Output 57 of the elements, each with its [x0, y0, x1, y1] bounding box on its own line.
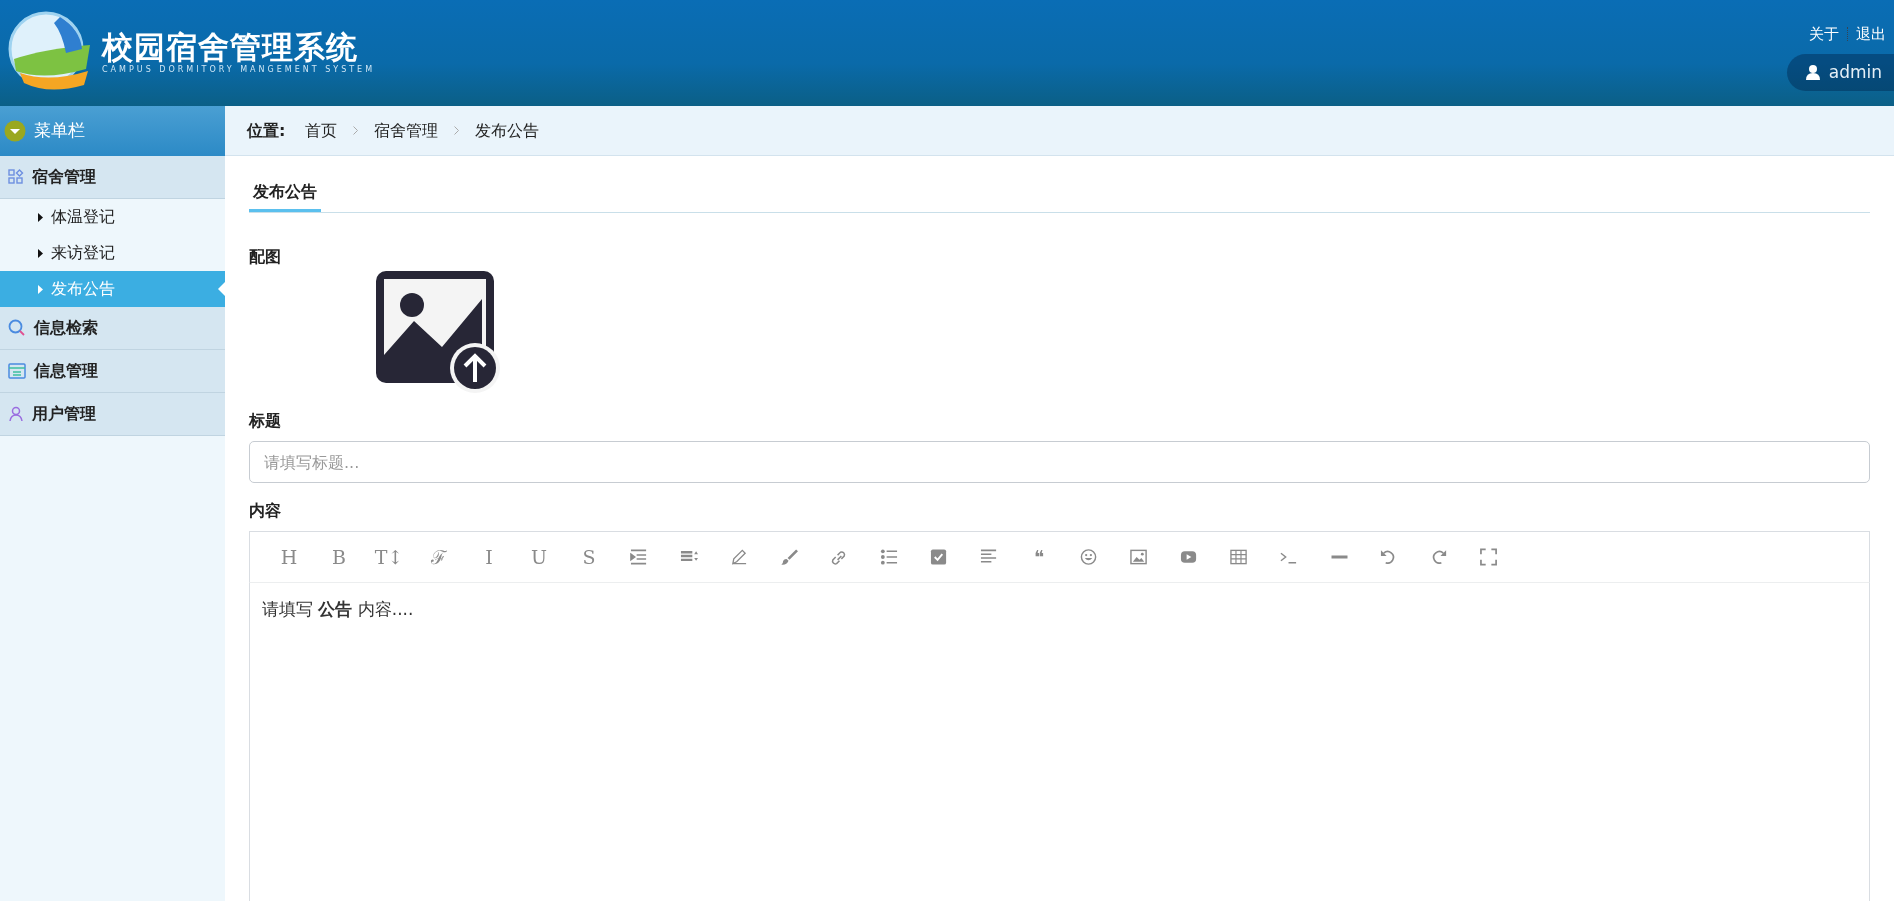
user-icon: [8, 406, 24, 422]
app-title: 校园宿舍管理系统: [102, 29, 359, 65]
group-label: 信息检索: [34, 317, 98, 339]
title-input[interactable]: 请填写标题...: [249, 441, 1870, 483]
user-badge[interactable]: admin: [1786, 53, 1894, 91]
item-label: 发布公告: [51, 278, 115, 300]
smiley-icon: [1080, 548, 1098, 566]
breadcrumb-link[interactable]: 宿舍管理: [374, 118, 439, 143]
video-icon: [1180, 548, 1198, 566]
header-link[interactable]: 退出: [1856, 23, 1886, 46]
sidebar-group[interactable]: 信息检索: [0, 307, 225, 350]
field-label: 内容: [249, 500, 282, 522]
content-editor-field[interactable]: 请填写 公告 内容....: [249, 583, 1870, 901]
item-label: 体温登记: [51, 206, 115, 228]
toolbar-button[interactable]: I: [464, 537, 514, 577]
app-subtitle: CAMPUS DORMITORY MANGEMENT SYSTEM: [102, 64, 376, 77]
sidebar-group[interactable]: 用户管理: [0, 393, 225, 436]
grid-icon: [8, 169, 24, 185]
sidebar-item[interactable]: 来访登记: [0, 235, 225, 271]
group-label: 用户管理: [32, 403, 96, 425]
brush-icon: [780, 548, 798, 566]
sidebar-title: 菜单栏: [34, 119, 85, 143]
breadcrumb-link[interactable]: 发布公告: [475, 118, 540, 143]
bullet-list-icon: [880, 548, 898, 566]
item-label: 来访登记: [51, 242, 115, 264]
pencil-icon: [730, 548, 748, 566]
link-icon: [830, 548, 848, 566]
caret-right-icon: [38, 248, 43, 258]
image-upload-icon[interactable]: [374, 269, 500, 393]
table-icon: [1230, 548, 1248, 566]
caret-down-icon: [4, 120, 26, 142]
group-label: 宿舍管理: [32, 166, 96, 188]
indent-icon: [630, 548, 648, 566]
search-icon: [8, 319, 26, 337]
sidebar-group[interactable]: 信息管理: [0, 350, 225, 393]
header-link[interactable]: 关于: [1809, 23, 1839, 46]
image-icon: [1130, 548, 1148, 566]
user-icon: [1804, 64, 1821, 81]
breadcrumb-label: 位置:: [247, 119, 286, 142]
user-name: admin: [1828, 60, 1882, 84]
field-label: 标题: [249, 410, 282, 432]
sidebar-item[interactable]: 体温登记: [0, 199, 225, 235]
field-label: 配图: [249, 246, 282, 268]
toolbar-button[interactable]: ℱ: [414, 537, 464, 577]
caret-right-icon: [38, 212, 43, 222]
fullscreen-icon: [1480, 548, 1498, 566]
toolbar-button[interactable]: S: [564, 537, 614, 577]
chevron-right-icon: [454, 126, 460, 135]
caret-right-icon: [38, 284, 43, 294]
sidebar-group[interactable]: 宿舍管理: [0, 156, 225, 199]
checkbox-icon: [930, 548, 948, 566]
redo-icon: [1430, 548, 1448, 566]
group-label: 信息管理: [34, 360, 98, 382]
window-icon: [8, 363, 26, 379]
breadcrumb-link[interactable]: 首页: [305, 118, 338, 143]
section-tab[interactable]: 发布公告: [249, 180, 321, 212]
chevron-right-icon: [353, 126, 359, 135]
